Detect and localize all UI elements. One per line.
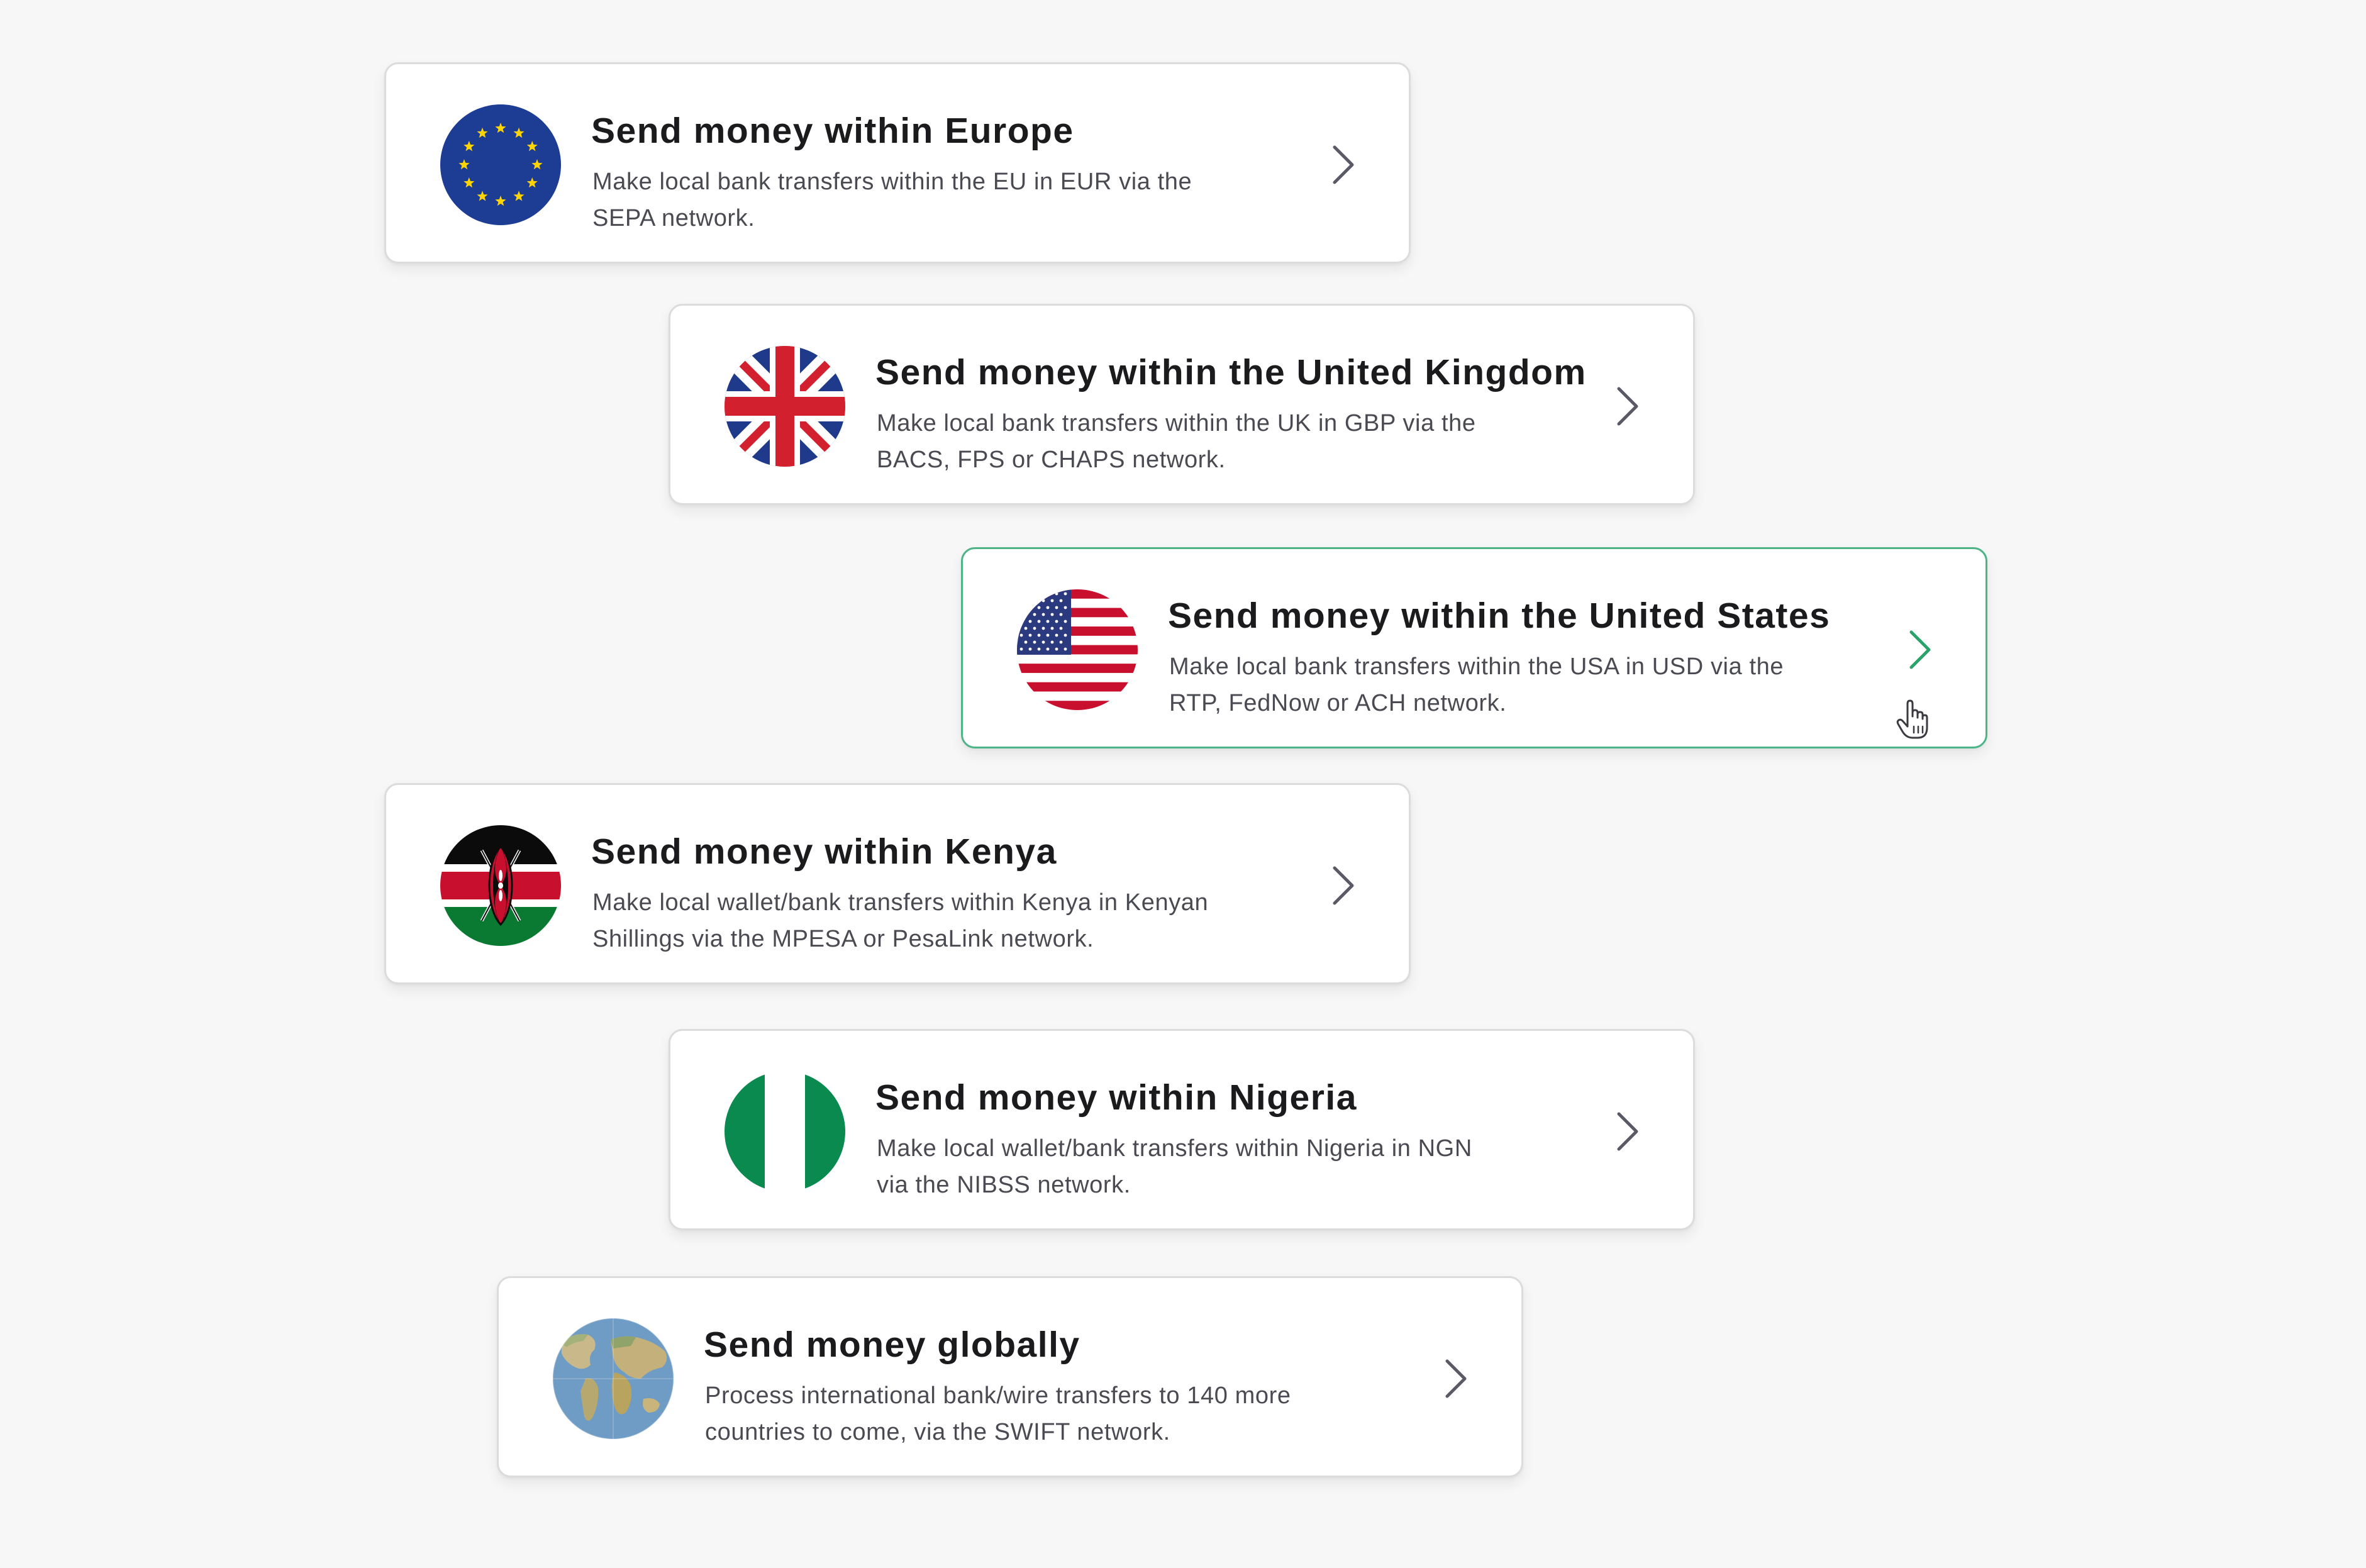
card-title: Send money within Europe bbox=[591, 111, 1074, 151]
eu-flag-icon bbox=[440, 104, 561, 225]
card-title: Send money within the United States bbox=[1168, 596, 1831, 636]
kenya-flag-icon bbox=[440, 825, 561, 946]
card-description: Make local bank transfers within the UK … bbox=[877, 410, 1476, 473]
card-description: Make local bank transfers within the EU … bbox=[592, 169, 1192, 231]
chevron-right-icon[interactable] bbox=[1610, 1109, 1645, 1154]
transfer-options-list: Send money within Europe Make local bank… bbox=[0, 0, 2366, 1568]
card-title: Send money within Nigeria bbox=[875, 1077, 1357, 1118]
chevron-right-icon[interactable] bbox=[1326, 142, 1361, 187]
globe-icon bbox=[553, 1318, 674, 1439]
kenya-transfer-card[interactable]: Send money within Kenya Make local walle… bbox=[384, 783, 1411, 984]
card-description: Process international bank/wire transfer… bbox=[705, 1382, 1291, 1445]
global-transfer-card[interactable]: Send money globally Process internationa… bbox=[497, 1276, 1523, 1477]
nigeria-flag-icon bbox=[725, 1071, 845, 1192]
card-title: Send money globally bbox=[704, 1325, 1080, 1365]
card-description: Make local bank transfers within the USA… bbox=[1169, 653, 1784, 716]
chevron-right-icon[interactable] bbox=[1902, 627, 1938, 672]
card-description: Make local wallet/bank transfers within … bbox=[877, 1135, 1472, 1198]
europe-transfer-card[interactable]: Send money within Europe Make local bank… bbox=[384, 62, 1411, 264]
us-flag-icon bbox=[1017, 589, 1138, 710]
uk-flag-icon bbox=[725, 346, 845, 467]
card-description: Make local wallet/bank transfers within … bbox=[592, 889, 1209, 952]
chevron-right-icon[interactable] bbox=[1610, 384, 1645, 429]
card-title: Send money within the United Kingdom bbox=[875, 352, 1587, 392]
uk-transfer-card[interactable]: Send money within the United Kingdom Mak… bbox=[669, 304, 1695, 505]
nigeria-transfer-card[interactable]: Send money within Nigeria Make local wal… bbox=[669, 1029, 1695, 1230]
card-title: Send money within Kenya bbox=[591, 831, 1057, 872]
us-transfer-card[interactable]: Send money within the United States Make… bbox=[961, 547, 1987, 748]
chevron-right-icon[interactable] bbox=[1326, 863, 1361, 908]
chevron-right-icon[interactable] bbox=[1438, 1356, 1474, 1401]
hand-pointer-icon bbox=[1896, 699, 1930, 740]
